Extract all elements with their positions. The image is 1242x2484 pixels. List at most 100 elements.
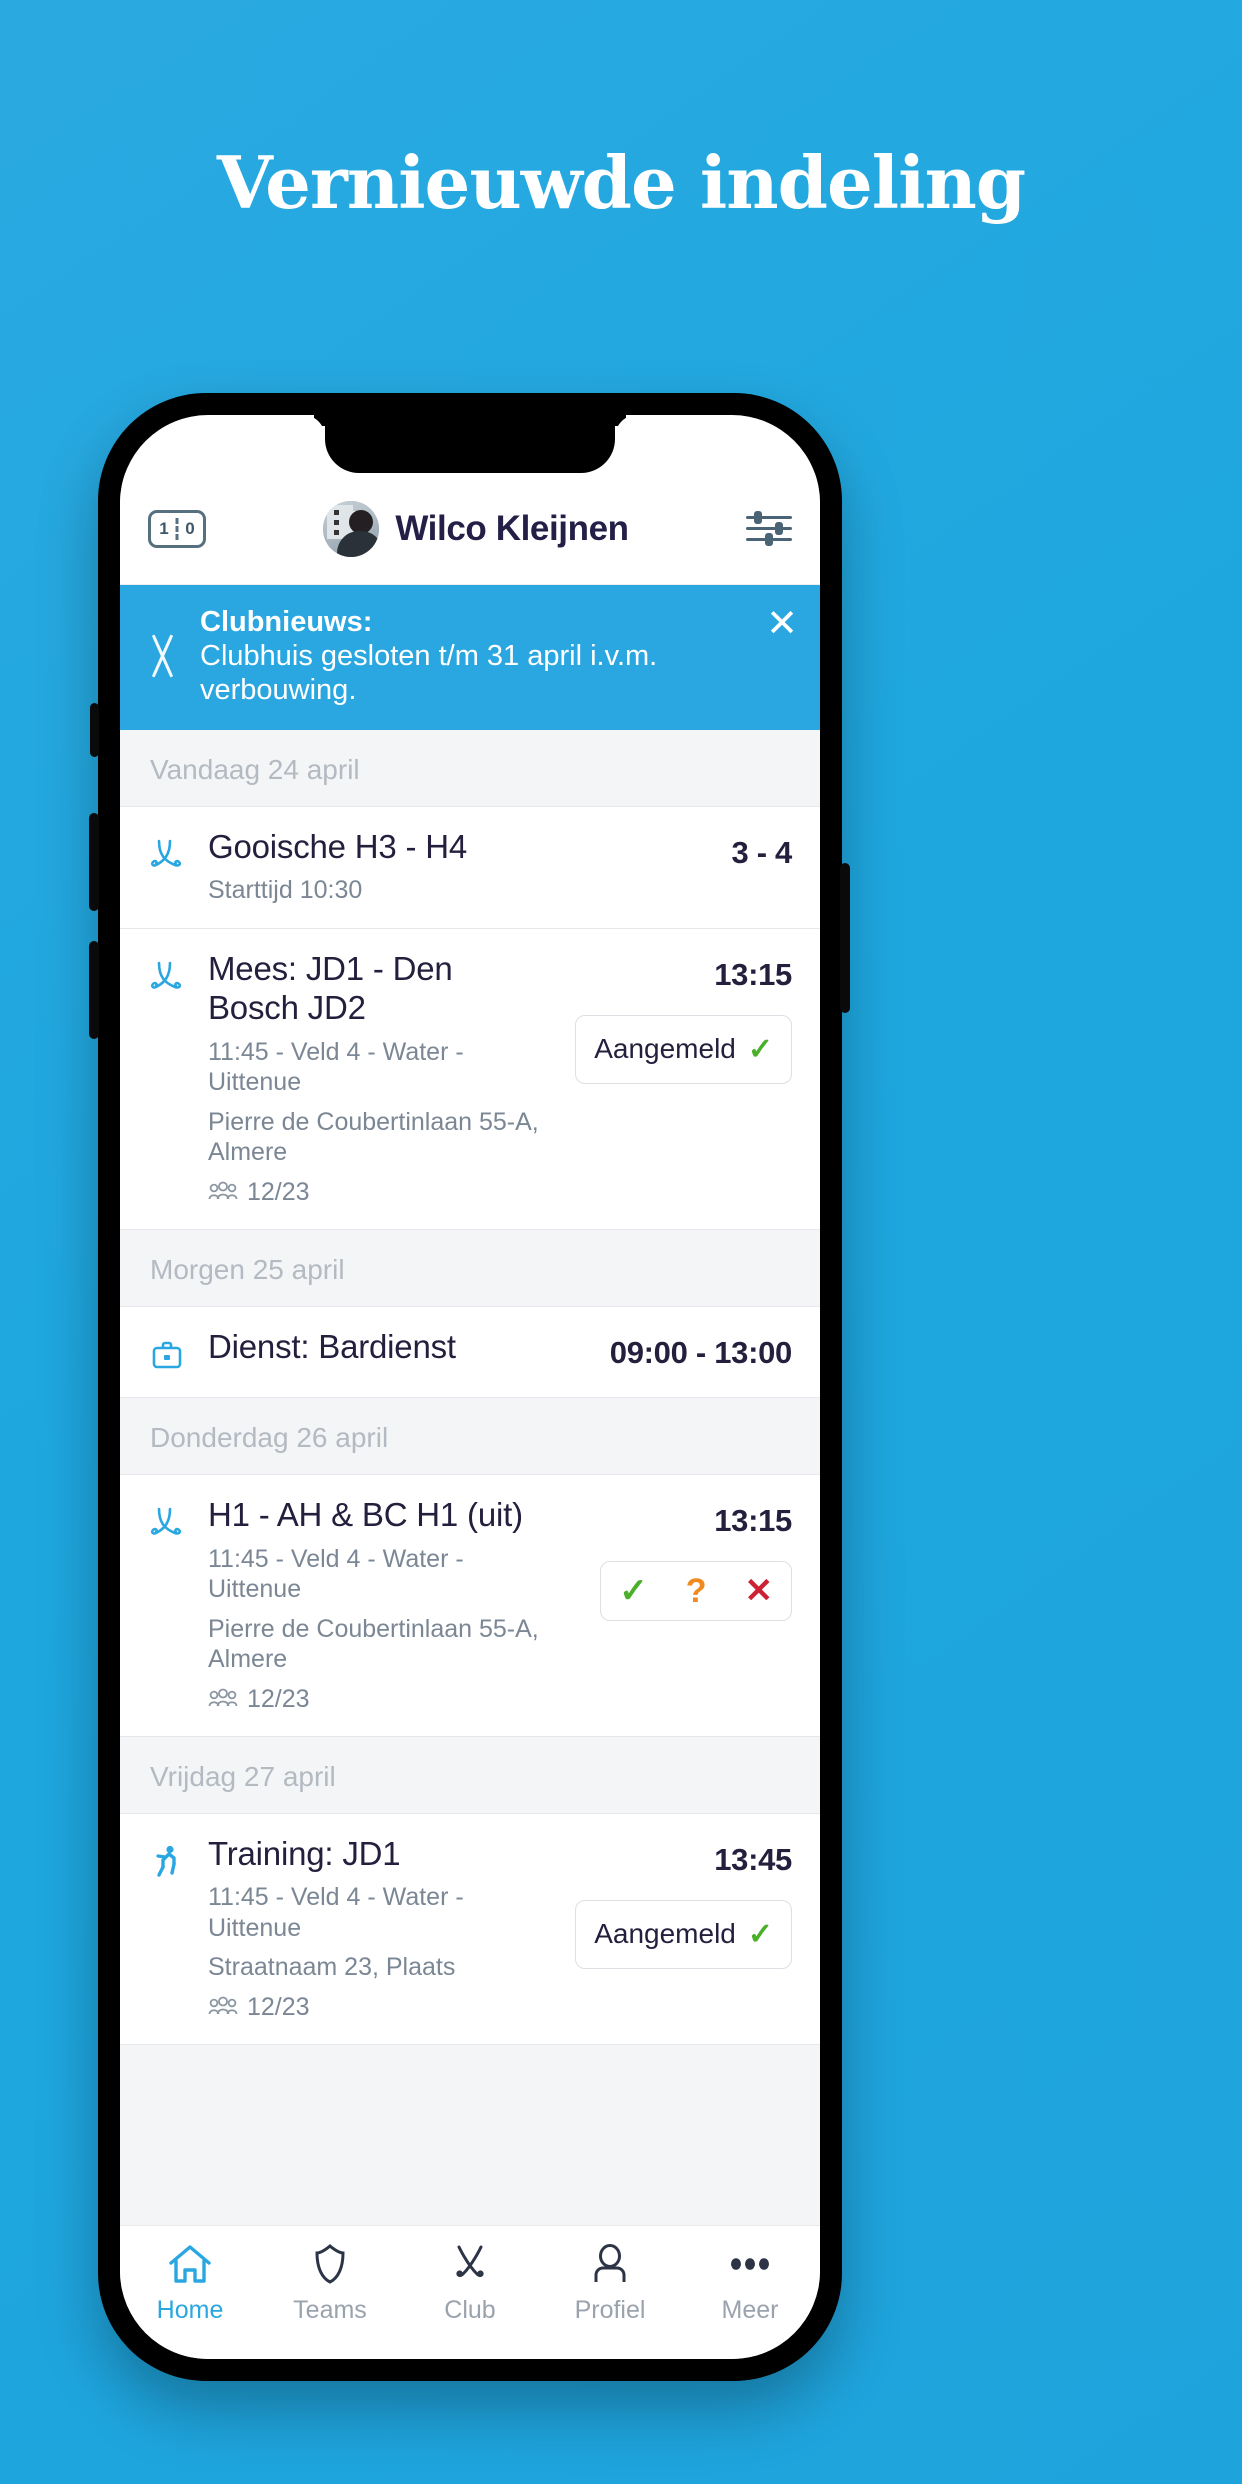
phone-button-power (840, 863, 850, 1013)
page-title: Vernieuwde indeling (216, 140, 1026, 225)
agenda-item-line: 11:45 - Veld 4 - Water - Uittenue (208, 1883, 464, 1942)
agenda-item-right: 13:15 ✓ ? ✕ (562, 1495, 792, 1714)
agenda-item-title: H1 - AH & BC H1 (uit) (208, 1495, 523, 1533)
phone-mockup: 1 0 Wilco Kleijnen Clubnieuws: Clubhuis … (89, 393, 1144, 2381)
phone-button-volume-up (89, 813, 99, 911)
check-icon: ✓ (747, 1032, 773, 1066)
day-header: Vandaag 24 april (120, 729, 820, 807)
banner-message: Clubhuis gesloten t/m 31 april i.v.m. ve… (200, 640, 658, 707)
tab-meer-label: Meer (721, 2296, 779, 2324)
attendance-count: 12/23 (247, 1177, 310, 1206)
people-icon (208, 1181, 238, 1203)
rsvp-no-cross-icon[interactable]: ✕ (737, 1574, 782, 1608)
banner-title: Clubnieuws: (200, 606, 373, 638)
app-header: 1 0 Wilco Kleijnen (120, 473, 820, 585)
agenda-item[interactable]: Training: JD1 11:45 - Veld 4 - Water - U… (120, 1813, 820, 2045)
running-person-icon (148, 1834, 188, 2022)
agenda-item-main: Dienst: Bardienst (208, 1327, 542, 1375)
scoreboard-home: 1 (159, 518, 169, 538)
phone-button-volume-down (89, 941, 99, 1039)
agenda-scroll-area[interactable]: Clubnieuws: Clubhuis gesloten t/m 31 apr… (120, 585, 820, 2225)
tab-teams-label: Teams (293, 2296, 367, 2324)
attendance-status-button[interactable]: Aangemeld ✓ (575, 1899, 792, 1969)
hockey-sticks-icon (148, 827, 188, 906)
tab-profiel-label: Profiel (574, 2296, 646, 2324)
day-header: Vrijdag 27 april (120, 1736, 820, 1814)
agenda-item-line: 11:45 - Veld 4 - Water - Uittenue (208, 1544, 464, 1604)
rsvp-button-group[interactable]: ✓ ? ✕ (600, 1560, 792, 1621)
agenda-item-main: Mees: JD1 - Den Bosch JD2 11:45 - Veld 4… (208, 949, 542, 1207)
user-name: Wilco Kleijnen (395, 508, 629, 548)
tab-club-label: Club (444, 2296, 496, 2324)
people-icon (208, 1688, 238, 1710)
phone-screen: 1 0 Wilco Kleijnen Clubnieuws: Clubhuis … (120, 415, 820, 2359)
agenda-item[interactable]: H1 - AH & BC H1 (uit) 11:45 - Veld 4 - W… (120, 1474, 820, 1737)
attendance-count: 12/23 (247, 1992, 310, 2021)
agenda-item-attendance: 12/23 (208, 1178, 542, 1207)
agenda-item-time: 13:15 (714, 1502, 792, 1538)
agenda-item-right: 13:15 Aangemeld ✓ (562, 949, 792, 1207)
attendance-status-label: Aangemeld (594, 1918, 736, 1950)
tab-club[interactable]: Club (400, 2240, 540, 2325)
agenda-item[interactable]: Gooische H3 - H4 Starttijd 10:30 3 - 4 (120, 806, 820, 929)
agenda-item-time: 13:45 (714, 1841, 792, 1877)
header-user[interactable]: Wilco Kleijnen (206, 500, 746, 557)
phone-notch (325, 415, 615, 473)
scoreboard-icon[interactable]: 1 0 (148, 509, 206, 548)
agenda-item-line: Pierre de Coubertinlaan 55-A, Almere (208, 1107, 539, 1167)
agenda-item-line: 11:45 - Veld 4 - Water - Uittenue (208, 1037, 464, 1097)
tab-home[interactable]: Home (120, 2240, 260, 2325)
agenda-item[interactable]: Mees: JD1 - Den Bosch JD2 11:45 - Veld 4… (120, 928, 820, 1230)
hockey-sticks-icon (148, 949, 188, 1207)
attendance-status-button[interactable]: Aangemeld ✓ (575, 1014, 792, 1084)
agenda-item-title: Gooische H3 - H4 (208, 827, 468, 865)
phone-button-silent (90, 703, 99, 757)
tab-teams[interactable]: Teams (260, 2240, 400, 2325)
phone-body: 1 0 Wilco Kleijnen Clubnieuws: Clubhuis … (89, 393, 850, 2381)
check-icon: ✓ (747, 1917, 773, 1951)
agenda-item-time: 13:15 (714, 956, 792, 992)
agenda-item-main: Training: JD1 11:45 - Veld 4 - Water - U… (208, 1834, 542, 2022)
list-bottom-spacer (120, 2044, 820, 2115)
tab-home-label: Home (156, 2296, 224, 2324)
tab-meer[interactable]: Meer (680, 2240, 820, 2325)
agenda-item-attendance: 12/23 (208, 1685, 542, 1714)
sliders-icon[interactable] (746, 510, 792, 547)
day-header: Donderdag 26 april (120, 1397, 820, 1475)
bottom-navigation: Home Teams Club Profiel Meer (120, 2225, 820, 2359)
briefcase-icon (148, 1327, 188, 1375)
agenda-item-main: H1 - AH & BC H1 (uit) 11:45 - Veld 4 - W… (208, 1495, 542, 1714)
club-news-banner[interactable]: Clubnieuws: Clubhuis gesloten t/m 31 apr… (120, 585, 820, 730)
home-icon (167, 2240, 213, 2288)
agenda-item[interactable]: Dienst: Bardienst 09:00 - 13:00 (120, 1306, 820, 1398)
scoreboard-away: 0 (185, 518, 195, 538)
agenda-item-attendance: 12/23 (208, 1993, 542, 2022)
shield-icon (308, 2240, 352, 2288)
agenda-item-score: 3 - 4 (731, 834, 792, 870)
agenda-item-line: Starttijd 10:30 (208, 876, 363, 905)
agenda-item-title: Dienst: Bardienst (208, 1327, 456, 1365)
agenda-item-main: Gooische H3 - H4 Starttijd 10:30 (208, 827, 542, 906)
attendance-count: 12/23 (247, 1684, 310, 1713)
crossed-sticks-icon (447, 2240, 493, 2288)
person-icon (588, 2240, 632, 2288)
rsvp-yes-check-icon[interactable]: ✓ (611, 1574, 656, 1608)
ellipsis-icon (725, 2240, 775, 2288)
people-icon (208, 1996, 238, 2018)
agenda-item-line: Straatnaam 23, Plaats (208, 1953, 456, 1982)
agenda-item-line: Pierre de Coubertinlaan 55-A, Almere (208, 1614, 539, 1674)
banner-text: Clubnieuws: Clubhuis gesloten t/m 31 apr… (200, 605, 744, 708)
agenda-item-title: Training: JD1 (208, 1834, 401, 1872)
day-header: Morgen 25 april (120, 1229, 820, 1307)
agenda-item-right: 3 - 4 (562, 827, 792, 906)
hockey-sticks-icon (148, 1495, 188, 1714)
crossed-sticks-icon (142, 633, 184, 679)
tab-profiel[interactable]: Profiel (540, 2240, 680, 2325)
close-icon[interactable]: ✕ (760, 605, 798, 643)
attendance-status-label: Aangemeld (594, 1033, 736, 1065)
rsvp-maybe-question-icon[interactable]: ? (678, 1574, 715, 1608)
agenda-item-right: 09:00 - 13:00 (562, 1327, 793, 1375)
agenda-item-title: Mees: JD1 - Den Bosch JD2 (208, 949, 453, 1027)
agenda-item-right: 13:45 Aangemeld ✓ (562, 1834, 792, 2022)
avatar[interactable] (323, 500, 380, 557)
